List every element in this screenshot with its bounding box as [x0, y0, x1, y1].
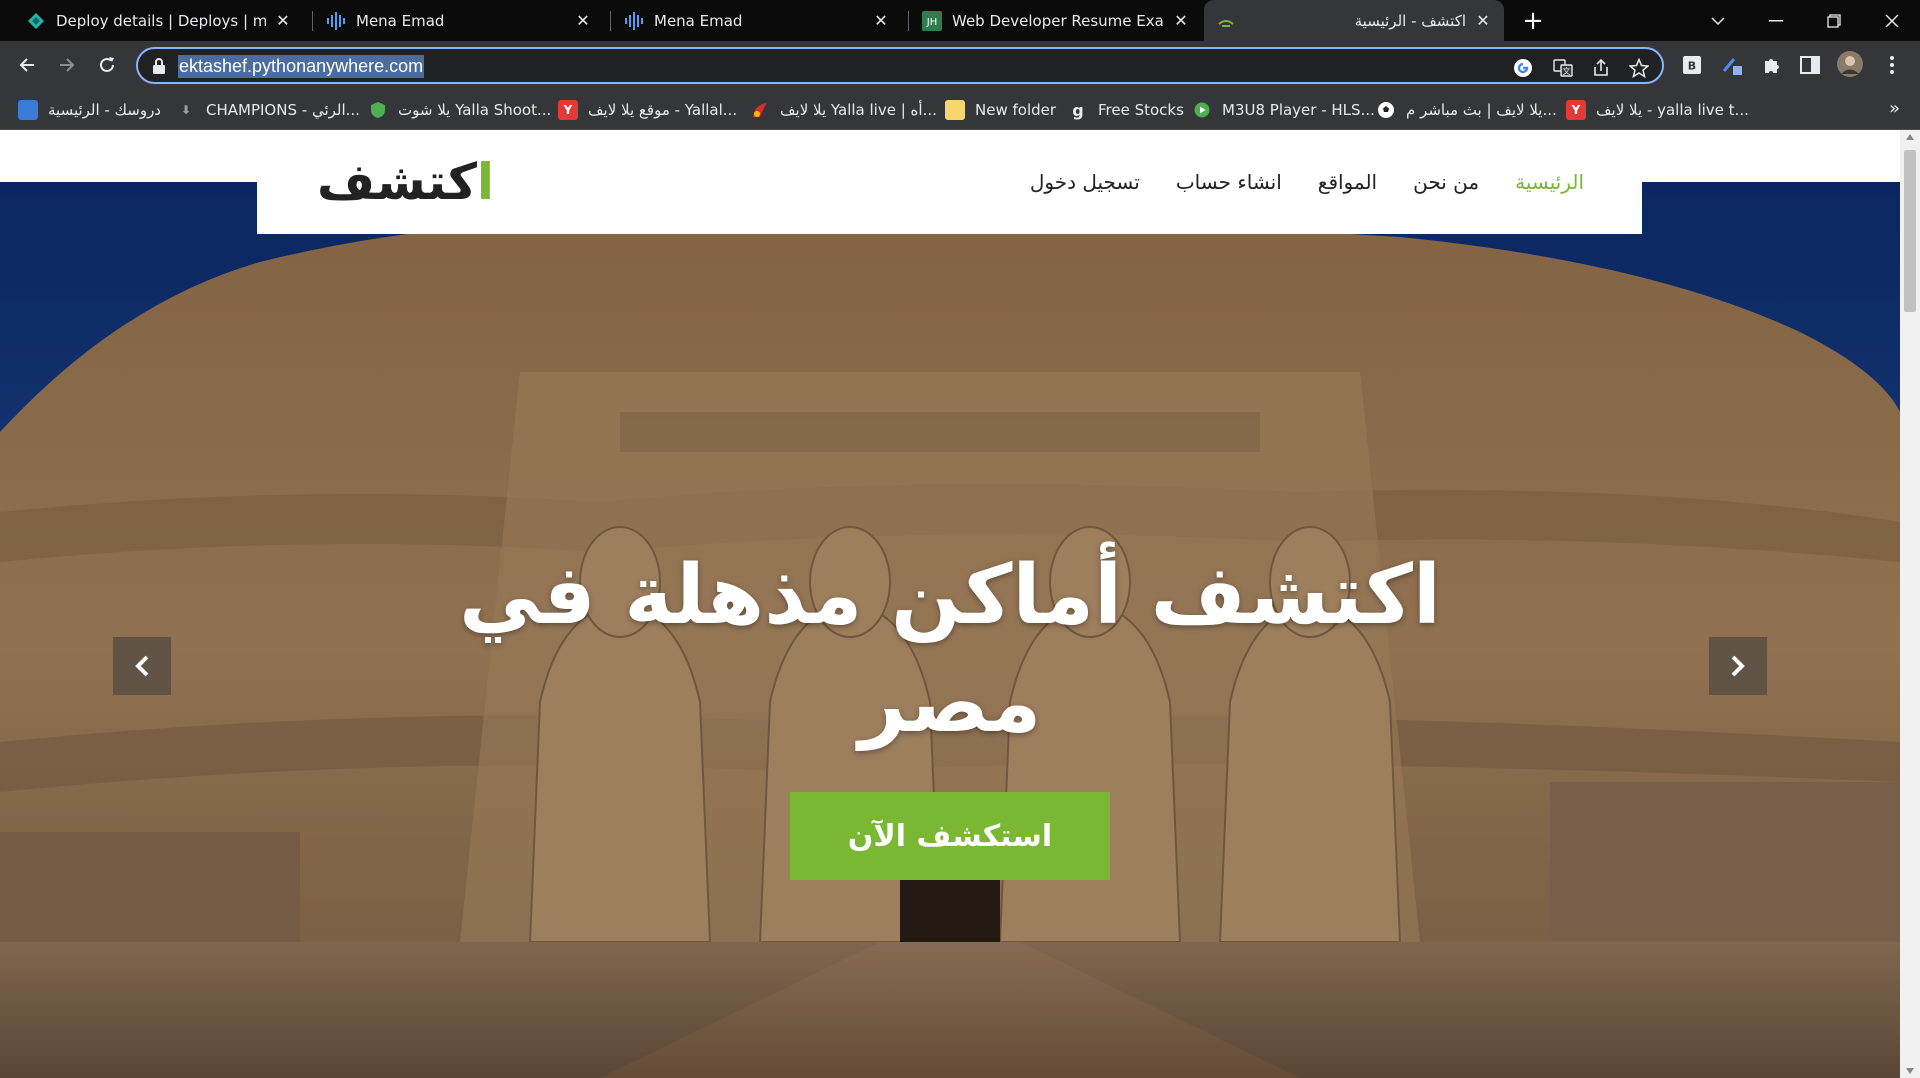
svg-text:JH: JH: [926, 17, 937, 28]
back-arrow-icon[interactable]: [11, 49, 43, 81]
bookmark-item[interactable]: يلا لايف | بث مباشر م...: [1376, 98, 1557, 122]
google-icon[interactable]: [1512, 57, 1534, 79]
bookmark-item[interactable]: g Free Stocks: [1068, 98, 1184, 122]
tab-deploy-details[interactable]: Deploy details | Deploys | mina-e ✕: [14, 0, 304, 41]
url-text[interactable]: ektashef.pythonanywhere.com: [178, 55, 425, 78]
tab-mena-emad-2[interactable]: Mena Emad ✕: [612, 0, 902, 41]
folder-icon: [945, 100, 965, 120]
netlify-icon: [26, 11, 46, 31]
bookmark-item[interactable]: يلا لايف Yalla live | أه...: [750, 98, 937, 122]
site-icon: [1216, 11, 1236, 31]
nav-places[interactable]: المواقع: [1318, 170, 1377, 194]
nav-home[interactable]: الرئيسية: [1515, 170, 1584, 194]
soccer-ball-icon: [1376, 100, 1396, 120]
bookmark-star-icon[interactable]: [1628, 57, 1650, 79]
extension-b-icon[interactable]: B: [1680, 53, 1704, 77]
jh-icon: JH: [922, 10, 942, 31]
main-nav: الرئيسية من نحن المواقع انشاء حساب تسجيل…: [1030, 170, 1584, 194]
svg-text:文: 文: [1563, 66, 1571, 76]
tab-active-ektashef[interactable]: اكتشف - الرئيسية ✕: [1204, 0, 1504, 41]
yalla-y-icon: Y: [1566, 100, 1586, 120]
restore-icon[interactable]: [1806, 0, 1862, 41]
page-scrollbar[interactable]: [1900, 130, 1920, 1078]
tab-mena-emad-1[interactable]: Mena Emad ✕: [314, 0, 604, 41]
bookmark-item[interactable]: Y يلا لايف - yalla live t...: [1566, 98, 1749, 122]
site-navbar: اكتشف الرئيسية من نحن المواقع انشاء حساب…: [257, 130, 1642, 234]
waveform-icon: [326, 11, 346, 31]
nav-login[interactable]: تسجيل دخول: [1030, 170, 1140, 194]
bookmarks-overflow-icon[interactable]: »: [1889, 98, 1900, 119]
bookmark-folder[interactable]: New folder: [945, 98, 1056, 122]
lock-icon[interactable]: [152, 58, 166, 74]
explore-now-button[interactable]: استكشف الآن: [790, 792, 1110, 880]
extensions-puzzle-icon[interactable]: [1760, 53, 1784, 77]
hero-title: اكتشف أماكن مذهلة في مصر: [459, 548, 1441, 751]
bookmark-item[interactable]: دروسك - الرئيسية: [18, 98, 161, 122]
bookmark-item[interactable]: M3U8 Player - HLS...: [1192, 98, 1375, 122]
hero-carousel: اكتشف أماكن مذهلة في مصر استكشف الآن: [0, 182, 1900, 1078]
play-icon: [1192, 100, 1212, 120]
close-tab-icon[interactable]: ✕: [872, 11, 890, 30]
tab-strip: Deploy details | Deploys | mina-e ✕ Mena…: [0, 0, 1920, 41]
minimize-icon[interactable]: [1748, 0, 1804, 41]
shield-icon: [368, 100, 388, 120]
bookmark-item[interactable]: Y موقع يلا لايف - Yallal...: [558, 98, 737, 122]
ball-icon: [750, 100, 770, 120]
reload-icon[interactable]: [91, 49, 123, 81]
close-tab-icon[interactable]: ✕: [1474, 11, 1492, 30]
waveform-icon: [624, 11, 644, 31]
tab-resume-example[interactable]: JH Web Developer Resume Example ✕: [910, 0, 1202, 41]
svg-text:B: B: [1688, 60, 1696, 73]
free-stocks-icon: g: [1072, 100, 1084, 120]
close-tab-icon[interactable]: ✕: [1172, 11, 1190, 30]
yalla-y-icon: Y: [558, 100, 578, 120]
scrollbar-thumb[interactable]: [1904, 150, 1916, 312]
carousel-next-icon[interactable]: [1709, 637, 1767, 695]
nav-signup[interactable]: انشاء حساب: [1176, 170, 1282, 194]
page-viewport: اكتشف أماكن مذهلة في مصر استكشف الآن اكت…: [0, 130, 1900, 1078]
forward-arrow-icon[interactable]: [51, 49, 83, 81]
share-icon[interactable]: [1590, 57, 1612, 79]
address-bar[interactable]: ektashef.pythonanywhere.com 文: [136, 47, 1664, 84]
close-tab-icon[interactable]: ✕: [574, 11, 592, 30]
translate-icon[interactable]: 文: [1552, 57, 1574, 79]
nav-about[interactable]: من نحن: [1413, 170, 1479, 194]
more-menu-icon[interactable]: [1880, 53, 1904, 77]
tab-search-icon[interactable]: [1690, 0, 1746, 41]
site-logo[interactable]: اكتشف: [317, 153, 494, 211]
browser-toolbar: ektashef.pythonanywhere.com 文 B: [0, 41, 1920, 90]
bookmark-item[interactable]: ⬇ CHAMPIONS - الرئي...: [176, 98, 360, 122]
scroll-up-icon[interactable]: [1906, 134, 1914, 140]
bookmark-item[interactable]: يلا شوت Yalla Shoot...: [368, 98, 551, 122]
side-panel-icon[interactable]: [1798, 53, 1822, 77]
close-window-icon[interactable]: [1864, 0, 1920, 41]
carousel-prev-icon[interactable]: [113, 637, 171, 695]
bookmark-favicon-icon: [18, 100, 38, 120]
download-icon: ⬇: [180, 103, 192, 117]
close-tab-icon[interactable]: ✕: [274, 11, 292, 30]
scroll-down-icon[interactable]: [1906, 1068, 1914, 1074]
extension-tool-icon[interactable]: [1720, 53, 1744, 77]
bookmarks-bar: دروسك - الرئيسية ⬇ CHAMPIONS - الرئي... …: [0, 90, 1920, 130]
profile-avatar[interactable]: [1836, 50, 1864, 78]
new-tab-button[interactable]: +: [1518, 6, 1548, 36]
